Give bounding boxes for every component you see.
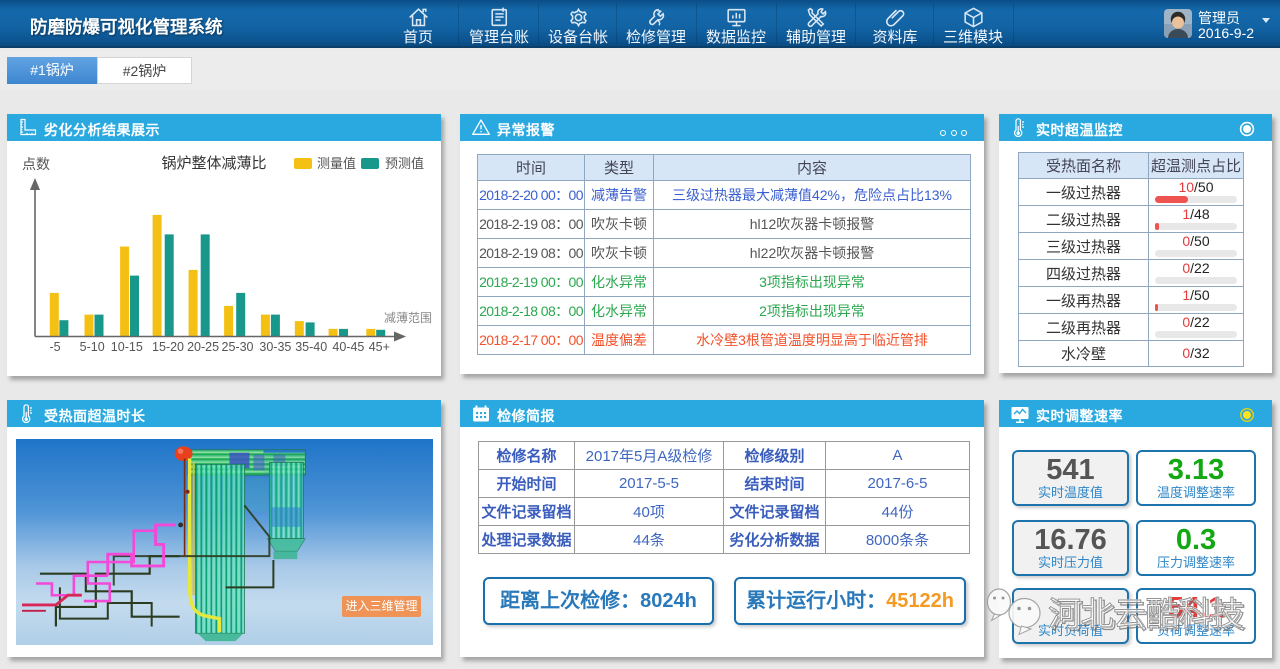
svg-text:点数: 点数 (22, 156, 50, 172)
svg-text:15-20: 15-20 (152, 340, 184, 354)
svg-text:20-25: 20-25 (187, 340, 219, 354)
svg-text:35-40: 35-40 (295, 340, 327, 354)
svg-text:测量值: 测量值 (317, 156, 356, 171)
svg-text:25-30: 25-30 (222, 340, 254, 354)
svg-text:30-35: 30-35 (259, 340, 291, 354)
svg-text:40-45: 40-45 (332, 340, 364, 354)
svg-text:45+: 45+ (369, 340, 390, 354)
svg-text:锅炉整体减薄比: 锅炉整体减薄比 (161, 155, 266, 172)
svg-text:5-10: 5-10 (80, 340, 105, 354)
svg-text:减薄范围: 减薄范围 (384, 310, 432, 325)
svg-text:-5: -5 (49, 340, 60, 354)
svg-text:10-15: 10-15 (111, 340, 143, 354)
svg-text:预测值: 预测值 (385, 156, 424, 171)
